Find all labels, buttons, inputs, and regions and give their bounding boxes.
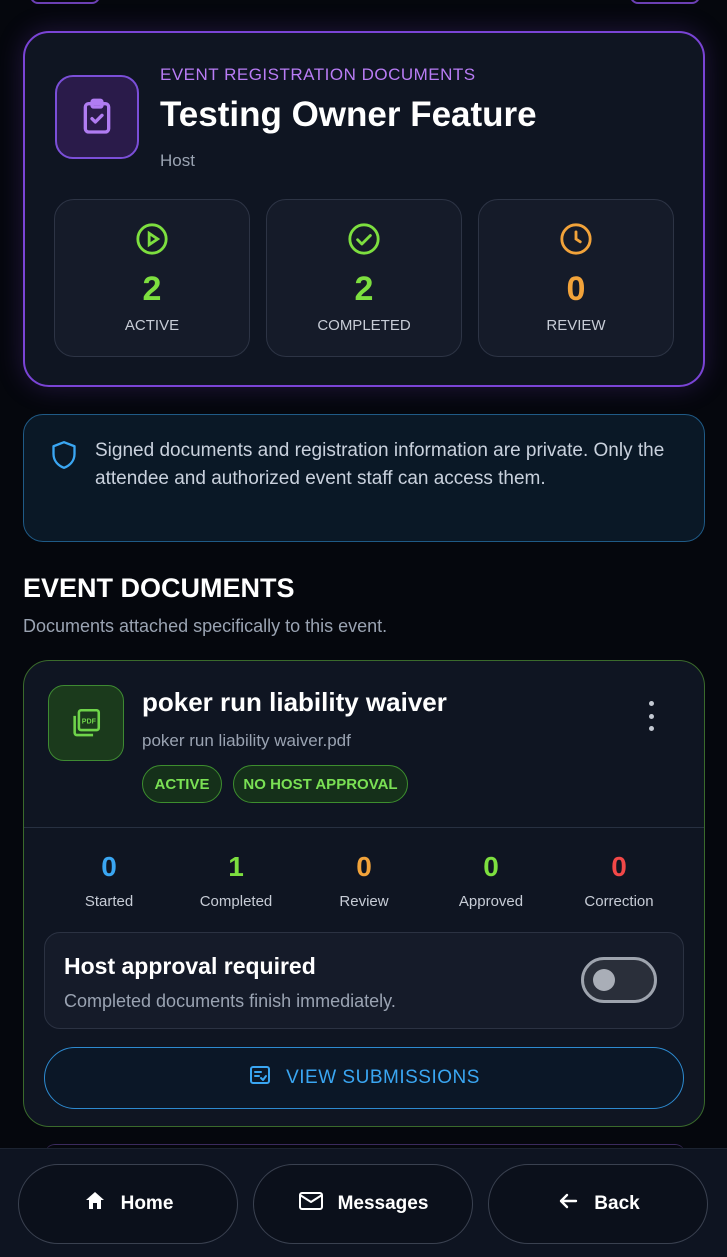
metric-label: Started [84,893,134,910]
metric-started: 0 Started [44,851,174,910]
stat-value: 0 [566,270,586,308]
section-subtitle: Documents attached specifically to this … [23,616,388,636]
privacy-text: Signed documents and registration inform… [95,440,665,489]
page-title: Testing Owner Feature [160,95,537,134]
metric-label: Review [339,893,389,910]
divider [24,827,704,828]
metric-value: 0 [356,851,372,882]
svg-text:PDF: PDF [82,718,97,726]
more-options-icon[interactable] [640,701,662,731]
play-circle-icon [55,222,249,256]
messages-button[interactable]: Messages [253,1164,473,1244]
stat-label: COMPLETED [317,317,411,334]
mail-icon [298,1190,324,1218]
metric-value: 0 [483,851,499,882]
home-button[interactable]: Home [18,1164,238,1244]
home-label: Home [120,1193,174,1214]
host-approval-subtitle: Completed documents finish immediately. [64,991,396,1011]
toggle-knob [593,969,615,991]
home-icon [83,1189,107,1219]
status-badge: ACTIVE [142,765,222,803]
back-label: Back [594,1193,640,1214]
metric-correction: 0 Correction [554,851,684,910]
metric-label: Approved [458,893,524,910]
metric-approved: 0 Approved [426,851,556,910]
back-button[interactable]: Back [488,1164,708,1244]
bottom-navigation: Home Messages Back [0,1148,727,1257]
header-eyebrow: EVENT REGISTRATION DOCUMENTS [160,65,476,84]
document-card: PDF poker run liability waiver poker run… [23,660,705,1127]
stat-value: 2 [142,270,162,308]
stat-label: ACTIVE [124,317,180,334]
shield-icon [50,439,78,476]
messages-label: Messages [337,1193,429,1214]
clock-icon [479,222,673,256]
view-submissions-label: VIEW SUBMISSIONS [286,1067,480,1088]
metric-value: 0 [611,851,627,882]
view-submissions-button[interactable]: VIEW SUBMISSIONS [44,1047,684,1109]
role-label: Host [160,151,195,170]
check-circle-icon [267,222,461,256]
stat-active: 2 ACTIVE [54,199,250,357]
metric-value: 0 [101,851,117,882]
stat-label: REVIEW [546,317,606,334]
metric-completed: 1 Completed [171,851,301,910]
previous-section-edge [30,0,100,4]
approval-badge: NO HOST APPROVAL [233,765,408,803]
stat-completed: 2 COMPLETED [266,199,462,357]
host-approval-setting: Host approval required Completed documen… [44,932,684,1029]
metric-label: Completed [199,893,273,910]
clipboard-check-icon [55,75,139,159]
stat-value: 2 [354,270,374,308]
privacy-notice: Signed documents and registration inform… [23,414,705,542]
list-check-icon [248,1063,272,1093]
document-name: poker run liability waiver [142,687,447,717]
metric-label: Correction [584,893,654,910]
metric-review: 0 Review [299,851,429,910]
metric-value: 1 [228,851,244,882]
host-approval-toggle[interactable] [581,957,657,1003]
previous-section-edge [630,0,700,4]
host-approval-title: Host approval required [64,953,316,979]
event-documents-header-card: EVENT REGISTRATION DOCUMENTS Testing Own… [23,31,705,387]
section-title: EVENT DOCUMENTS [23,573,295,603]
arrow-left-icon [556,1189,580,1219]
pdf-file-icon: PDF [48,685,124,761]
document-filename: poker run liability waiver.pdf [142,731,351,750]
stat-review: 0 REVIEW [478,199,674,357]
